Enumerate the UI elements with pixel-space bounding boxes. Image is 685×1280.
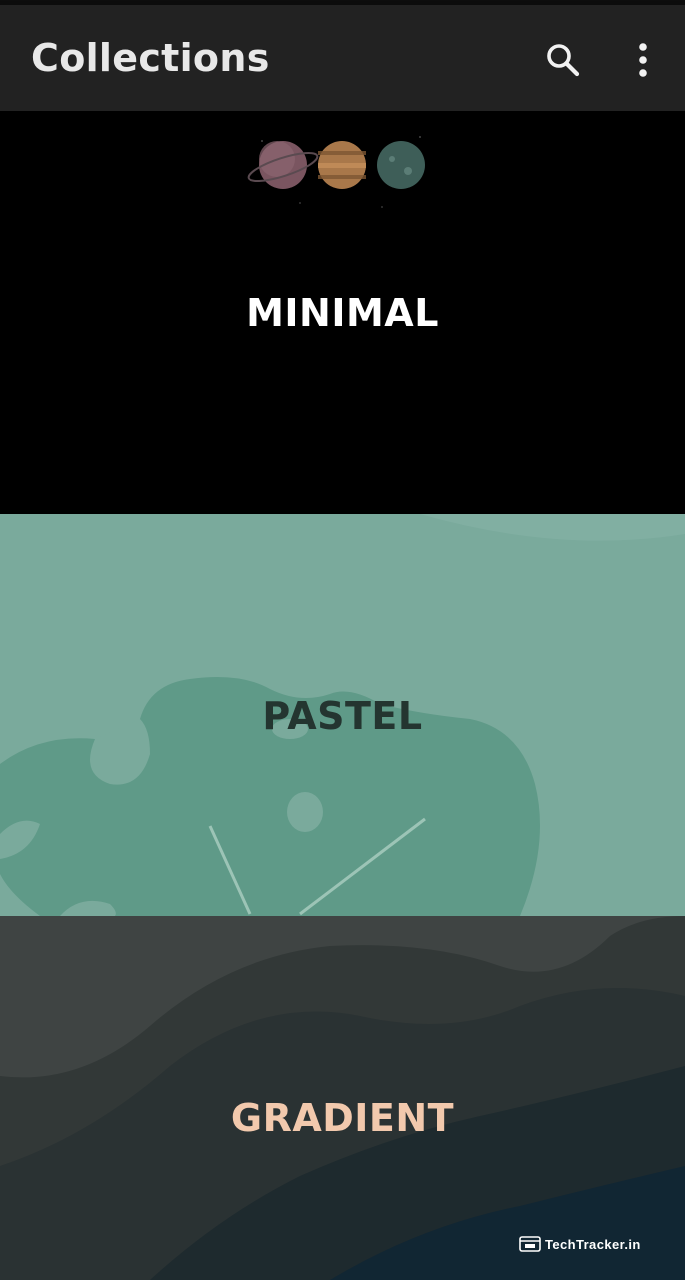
- collection-label-gradient: GRADIENT: [230, 1096, 455, 1140]
- page-title: Collections: [31, 36, 270, 80]
- collection-label-minimal: MINIMAL: [246, 291, 439, 335]
- collection-card-pastel[interactable]: PASTEL: [0, 514, 685, 916]
- collection-card-minimal[interactable]: MINIMAL: [0, 111, 685, 513]
- browser-window-icon: [519, 1236, 541, 1252]
- watermark: TechTracker.in: [519, 1236, 641, 1252]
- more-vert-icon: [639, 43, 647, 77]
- search-button[interactable]: [541, 38, 585, 82]
- watermark-text: TechTracker.in: [545, 1236, 641, 1252]
- search-icon: [547, 44, 580, 77]
- collection-label-pastel: PASTEL: [262, 694, 423, 738]
- collection-card-gradient[interactable]: GRADIENT: [0, 916, 685, 1280]
- app-bar: Collections: [0, 5, 685, 111]
- more-options-button[interactable]: [621, 38, 665, 82]
